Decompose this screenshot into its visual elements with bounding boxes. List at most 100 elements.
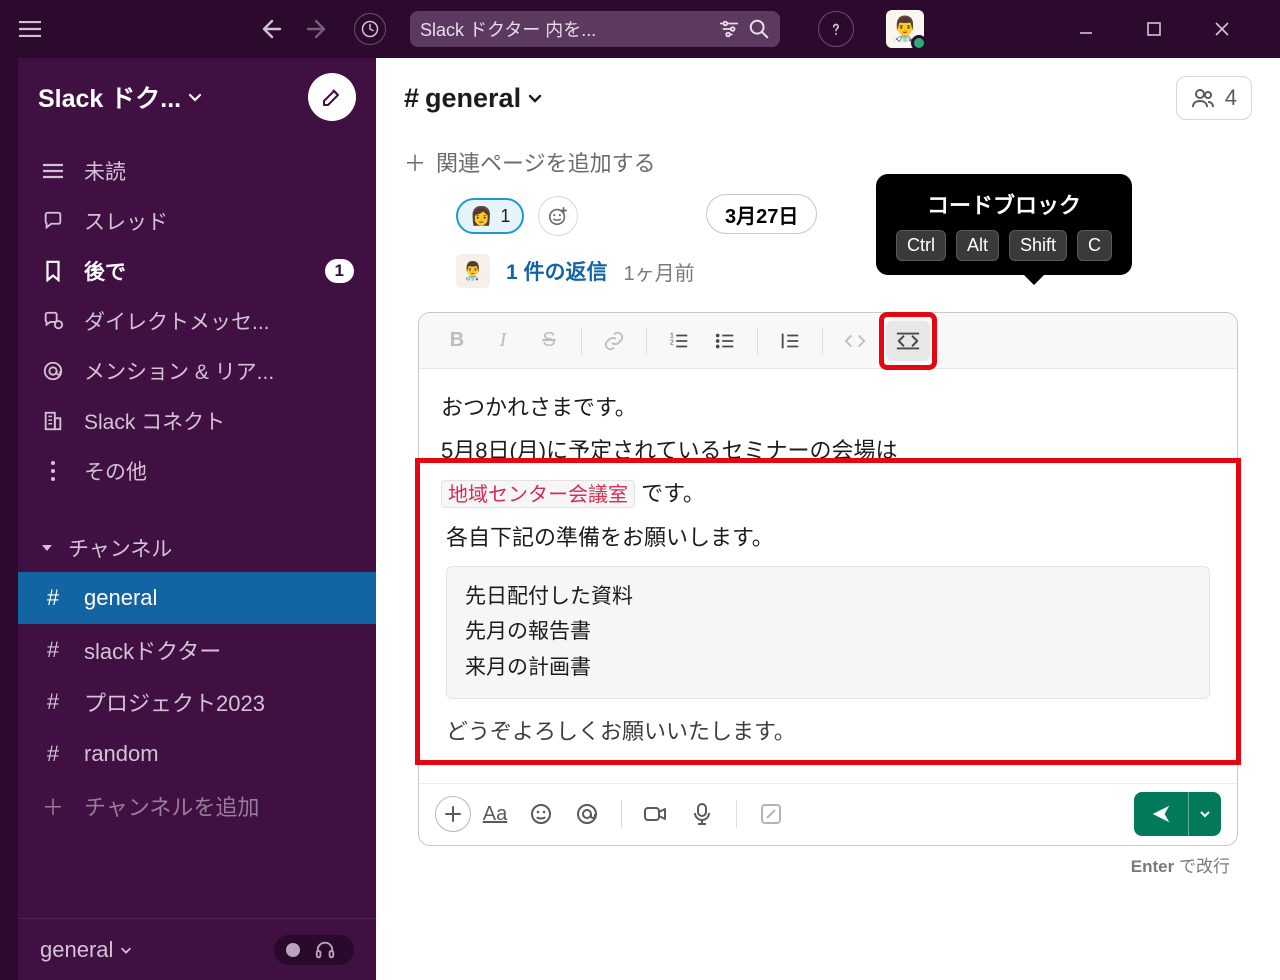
building-icon <box>40 410 66 432</box>
audio-button[interactable] <box>680 792 724 836</box>
reply-link[interactable]: 1 件の返信 <box>506 256 608 286</box>
filter-icon[interactable] <box>718 18 740 40</box>
send-button[interactable] <box>1134 792 1221 836</box>
toolbar-separator <box>581 327 582 355</box>
back-button[interactable] <box>248 9 292 49</box>
reaction-row: 👩 1 3月27日 コードブロック Ctrl Alt Shift C <box>456 196 1252 236</box>
sidebar-item-mentions[interactable]: メンション & リア... <box>18 346 376 396</box>
composer-line: おつかれさまです。 <box>441 387 1215 430</box>
later-badge: 1 <box>325 259 354 283</box>
code-block-button-highlight <box>879 312 937 370</box>
main-area: # general 4 ＋ 関連ページを追加する 👩 1 <box>376 58 1280 980</box>
sidebar-item-connect[interactable]: Slack コネクト <box>18 396 376 446</box>
channel-add[interactable]: ＋ チャンネルを追加 <box>18 780 376 832</box>
sidebar-item-later[interactable]: 後で 1 <box>18 246 376 296</box>
svg-text:2: 2 <box>670 337 674 346</box>
unread-icon <box>40 162 66 180</box>
message-composer: B I S 12 おつかれさまです。 <box>418 312 1238 846</box>
workspace-switcher[interactable]: Slack ドク... <box>38 79 203 115</box>
channel-general[interactable]: # general <box>18 572 376 624</box>
channel-project2023[interactable]: # プロジェクト2023 <box>18 676 376 728</box>
sidebar-item-unread[interactable]: 未読 <box>18 146 376 196</box>
composer-line: 地域センター会議室 です。 <box>441 473 1215 516</box>
date-divider[interactable]: 3月27日 <box>706 194 817 234</box>
search-placeholder: Slack ドクター 内を... <box>420 16 710 42</box>
close-button[interactable] <box>1214 21 1246 37</box>
maximize-button[interactable] <box>1146 21 1178 37</box>
hamburger-button[interactable] <box>10 9 50 49</box>
shortcuts-button[interactable] <box>749 792 793 836</box>
strike-button[interactable]: S <box>527 321 571 361</box>
formatting-toolbar: B I S 12 <box>419 313 1237 369</box>
code-block-button[interactable] <box>886 321 930 361</box>
presence-indicator <box>911 35 927 51</box>
hash-icon: # <box>40 741 66 767</box>
bullet-list-button[interactable] <box>703 321 747 361</box>
enter-hint: Enter で改行 <box>404 846 1252 877</box>
plus-icon: ＋ <box>404 146 426 178</box>
formatting-toggle-button[interactable]: Aa <box>473 792 517 836</box>
sidebar-item-threads[interactable]: スレッド <box>18 196 376 246</box>
footer-channel-switcher[interactable]: general <box>40 937 133 963</box>
minimize-button[interactable] <box>1078 21 1110 37</box>
chevron-down-icon <box>527 90 543 106</box>
workspace-name: Slack ドク... <box>38 79 181 115</box>
help-button[interactable] <box>818 11 854 47</box>
link-button[interactable] <box>592 321 636 361</box>
search-icon[interactable] <box>748 18 770 40</box>
plus-icon: ＋ <box>40 790 66 822</box>
reply-row[interactable]: 👨‍⚕️ 1 件の返信 1ヶ月前 <box>456 254 1252 288</box>
emoji-button[interactable] <box>519 792 563 836</box>
key-shift: Shift <box>1009 230 1067 261</box>
italic-button[interactable]: I <box>481 321 525 361</box>
code-block: 先日配付した資料 先月の報告書 来月の計画書 <box>446 566 1210 699</box>
sidebar-item-dms[interactable]: ダイレクトメッセ... <box>18 296 376 346</box>
chevron-down-icon <box>187 89 203 105</box>
sidebar: Slack ドク... 未読 スレッド 後で 1 ダ <box>18 58 376 980</box>
add-reaction-button[interactable] <box>538 196 578 236</box>
chevron-down-icon <box>119 943 133 957</box>
add-attachment-button[interactable] <box>435 796 471 832</box>
window-controls <box>1078 21 1270 37</box>
toolbar-separator <box>621 800 622 828</box>
members-button[interactable]: 4 <box>1176 76 1252 120</box>
more-icon <box>40 460 66 482</box>
reaction-emoji: 👩 <box>470 206 492 227</box>
hash-icon: # <box>40 585 66 611</box>
sidebar-item-more[interactable]: その他 <box>18 446 376 496</box>
people-icon <box>1191 86 1215 110</box>
record-icon[interactable] <box>284 941 314 959</box>
headphones-icon[interactable] <box>314 939 344 961</box>
send-options[interactable] <box>1188 792 1221 836</box>
channel-random[interactable]: # random <box>18 728 376 780</box>
toolbar-separator <box>736 800 737 828</box>
workspace-header: Slack ドク... <box>18 58 376 136</box>
channel-slackdoctor[interactable]: # slackドクター <box>18 624 376 676</box>
composer-line: 5月8日(月)に予定されているセミナーの会場は <box>441 430 1215 473</box>
toolbar-separator <box>646 327 647 355</box>
titlebar: Slack ドクター 内を... 👨‍⚕️ <box>0 0 1280 58</box>
bold-button[interactable]: B <box>435 321 479 361</box>
inline-code-button[interactable] <box>833 321 877 361</box>
at-icon <box>40 360 66 382</box>
composer-line: 各自下記の準備をお願いします。 <box>446 517 1210 560</box>
channels-section-header[interactable]: チャンネル <box>18 524 376 572</box>
inline-code-span: 地域センター会議室 <box>441 480 635 508</box>
forward-button[interactable] <box>296 9 340 49</box>
mention-button[interactable] <box>565 792 609 836</box>
search-box[interactable]: Slack ドクター 内を... <box>410 11 780 47</box>
channel-title-button[interactable]: # general <box>404 83 543 114</box>
send-icon <box>1134 803 1188 825</box>
key-alt: Alt <box>956 230 999 261</box>
blockquote-button[interactable] <box>768 321 812 361</box>
history-button[interactable] <box>354 13 386 45</box>
ordered-list-button[interactable]: 12 <box>657 321 701 361</box>
reaction-pill[interactable]: 👩 1 <box>456 198 524 234</box>
composer-actions: Aa <box>419 783 1237 845</box>
key-ctrl: Ctrl <box>896 230 946 261</box>
add-related-page[interactable]: ＋ 関連ページを追加する <box>376 138 1280 186</box>
compose-button[interactable] <box>308 73 356 121</box>
user-avatar[interactable]: 👨‍⚕️ <box>886 10 924 48</box>
video-button[interactable] <box>634 792 678 836</box>
composer-textarea[interactable]: おつかれさまです。 5月8日(月)に予定されているセミナーの会場は 地域センター… <box>419 369 1237 783</box>
